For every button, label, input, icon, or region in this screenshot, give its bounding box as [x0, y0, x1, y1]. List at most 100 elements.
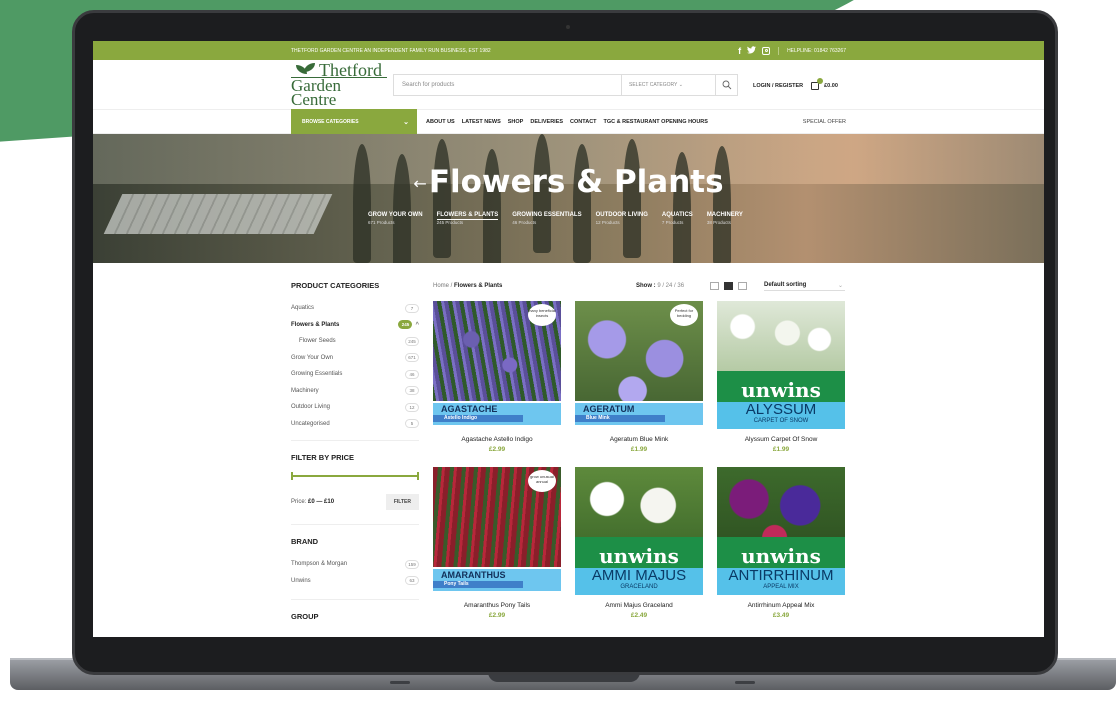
product-card[interactable]: AGASTACHE Astello Indigo many beneficial i…: [433, 301, 561, 453]
nav-item[interactable]: TGC & RESTAURANT OPENING HOURS: [604, 119, 708, 125]
product-image[interactable]: AGERATUM Blue Mink Perfect for bedding: [575, 301, 703, 429]
product-card[interactable]: unwins AMMI MAJUS GRACELAND Ammi Majus Grac…: [575, 467, 703, 619]
page-title: ←Flowers & Plants: [93, 164, 1044, 200]
packet-subtitle: GRACELAND: [620, 584, 658, 590]
laptop-frame: THETFORD GARDEN CENTRE AN INDEPENDENT FA…: [72, 10, 1058, 675]
logo-text: Garden Centre: [291, 76, 387, 108]
count-badge: 63: [405, 576, 419, 586]
browse-categories-button[interactable]: BROWSE CATEGORIES ⌄: [291, 109, 417, 134]
special-offer-link[interactable]: SPECIAL OFFER: [803, 119, 846, 125]
price-display: Price: £0 — £10: [291, 499, 334, 505]
product-image[interactable]: unwins AMMI MAJUS GRACELAND: [575, 467, 703, 595]
product-price: £2.99: [488, 446, 506, 453]
chevron-down-icon: ⌄: [837, 282, 843, 289]
category-item[interactable]: Uncategorised 5: [291, 416, 419, 433]
packet-subtitle: CARPET OF SNOW: [753, 418, 809, 424]
product-image[interactable]: AGASTACHE Astello Indigo many beneficial i…: [433, 301, 561, 429]
count-badge: 671: [405, 353, 419, 363]
cart-button[interactable]: £0.00: [811, 78, 838, 90]
nav-menu: ABOUT US LATEST NEWS SHOP DELIVERIES CONTACT…: [426, 119, 708, 125]
category-select[interactable]: SELECT CATEGORY ⌄: [621, 75, 715, 95]
product-name[interactable]: Antirrhinum Appeal Mix: [717, 602, 845, 609]
grid-3-icon[interactable]: [724, 282, 733, 290]
login-register-link[interactable]: LOGIN / REGISTER: [753, 83, 803, 89]
brand-item[interactable]: Unwins 63: [291, 573, 419, 590]
product-grid: AGASTACHE Astello Indigo many beneficial i…: [433, 301, 845, 619]
category-item[interactable]: Aquatics 7: [291, 300, 419, 317]
browser-screen: THETFORD GARDEN CENTRE AN INDEPENDENT FA…: [93, 41, 1044, 637]
category-item[interactable]: Growing Essentials 46: [291, 366, 419, 383]
packet-subtitle: Astello Indigo: [433, 415, 523, 422]
product-name[interactable]: Agastache Astello Indigo: [433, 436, 561, 443]
tree: [573, 144, 591, 263]
product-image[interactable]: unwins ANTIRRHINUM APPEAL MIX: [717, 467, 845, 595]
price-slider[interactable]: [291, 472, 419, 480]
sort-select[interactable]: Default sorting ⌄: [764, 282, 845, 291]
category-name: Grow Your Own: [291, 354, 334, 361]
grid-view-switcher: [710, 282, 747, 290]
category-item[interactable]: Outdoor Living 12: [291, 399, 419, 416]
site-logo[interactable]: Thetford Garden Centre: [291, 59, 387, 108]
subcategory-tab[interactable]: OUTDOOR LIVING 12 Products: [596, 212, 648, 225]
nav-item[interactable]: DELIVERIES: [530, 119, 563, 125]
search-icon[interactable]: [715, 75, 737, 95]
product-image[interactable]: AMARANTHUS Pony Tails grow unusual annual: [433, 467, 561, 595]
helpline[interactable]: HELPLINE: 01842 763267: [787, 48, 846, 54]
product-name[interactable]: Ageratum Blue Mink: [575, 436, 703, 443]
subcategory-tab[interactable]: AQUATICS 7 Products: [662, 212, 693, 225]
category-item[interactable]: Flower Seeds 245: [291, 333, 419, 350]
subcategory-name: FLOWERS & PLANTS: [436, 212, 499, 220]
show-options[interactable]: 9 / 24 / 36: [657, 283, 684, 289]
nav-item[interactable]: SHOP: [508, 119, 524, 125]
twitter-icon[interactable]: [747, 45, 757, 56]
product-card[interactable]: AGERATUM Blue Mink Perfect for bedding Ager…: [575, 301, 703, 453]
laptop-foot: [735, 681, 755, 684]
instagram-icon[interactable]: [762, 46, 771, 55]
packet-title: ALYSSUM: [745, 401, 817, 418]
subcategory-name: OUTDOOR LIVING: [595, 212, 648, 218]
price-slider-handle-min[interactable]: [291, 472, 293, 480]
subcategory-tab[interactable]: GROWING ESSENTIALS 46 Products: [512, 212, 581, 225]
filter-button[interactable]: FILTER: [385, 494, 419, 510]
search-bar: Search for products SELECT CATEGORY ⌄: [393, 74, 738, 96]
breadcrumb-home[interactable]: Home /: [433, 283, 452, 289]
search-input[interactable]: Search for products: [394, 82, 621, 88]
product-name[interactable]: Amaranthus Pony Tails: [433, 602, 561, 609]
grid-2-icon[interactable]: [710, 282, 719, 290]
logo-text: Thetford: [319, 59, 382, 80]
packet-title: AGASTACHE: [441, 404, 498, 414]
product-card[interactable]: unwins ALYSSUM CARPET OF SNOW Alyssum Carpe…: [717, 301, 845, 453]
category-item[interactable]: Grow Your Own 671: [291, 350, 419, 367]
product-image[interactable]: unwins ALYSSUM CARPET OF SNOW: [717, 301, 845, 429]
cart-icon: [811, 78, 824, 90]
grid-4-icon[interactable]: [738, 282, 747, 290]
price-slider-track: [291, 475, 419, 477]
chevron-up-icon[interactable]: ^: [415, 322, 419, 328]
count-badge: 46: [405, 369, 419, 379]
category-name: Outdoor Living: [291, 404, 331, 411]
packet-subtitle: Pony Tails: [433, 581, 523, 588]
facebook-icon[interactable]: f: [738, 46, 741, 56]
product-name[interactable]: Ammi Majus Graceland: [575, 602, 703, 609]
show-label: Show :: [636, 283, 656, 289]
product-name[interactable]: Alyssum Carpet Of Snow: [717, 436, 845, 443]
per-page-selector[interactable]: Show : 9 / 24 / 36: [636, 283, 684, 289]
subcategory-tab[interactable]: GROW YOUR OWN 671 Products: [368, 212, 423, 225]
count-badge: 159: [405, 559, 419, 569]
product-card[interactable]: unwins ANTIRRHINUM APPEAL MIX Antirrhinum A…: [717, 467, 845, 619]
category-item[interactable]: Flowers & Plants 245 ^: [291, 317, 419, 334]
brand-item[interactable]: Thompson & Morgan 159: [291, 556, 419, 573]
back-arrow-icon[interactable]: ←: [413, 174, 426, 193]
product-card[interactable]: AMARANTHUS Pony Tails grow unusual annual A…: [433, 467, 561, 619]
packet-title: AGERATUM: [583, 404, 635, 414]
count-badge: 7: [405, 303, 419, 313]
subcategory-tab[interactable]: MACHINERY 38 Products: [707, 212, 743, 225]
price-slider-handle-max[interactable]: [417, 472, 419, 480]
category-item[interactable]: Machinery 38: [291, 383, 419, 400]
nav-item[interactable]: LATEST NEWS: [462, 119, 501, 125]
price-row: Price: £0 — £10 FILTER: [291, 494, 419, 510]
subcategory-tab[interactable]: FLOWERS & PLANTS 245 Products: [436, 212, 499, 225]
nav-item[interactable]: ABOUT US: [426, 119, 455, 125]
subcategory-name: GROWING ESSENTIALS: [512, 212, 582, 218]
nav-item[interactable]: CONTACT: [570, 119, 596, 125]
